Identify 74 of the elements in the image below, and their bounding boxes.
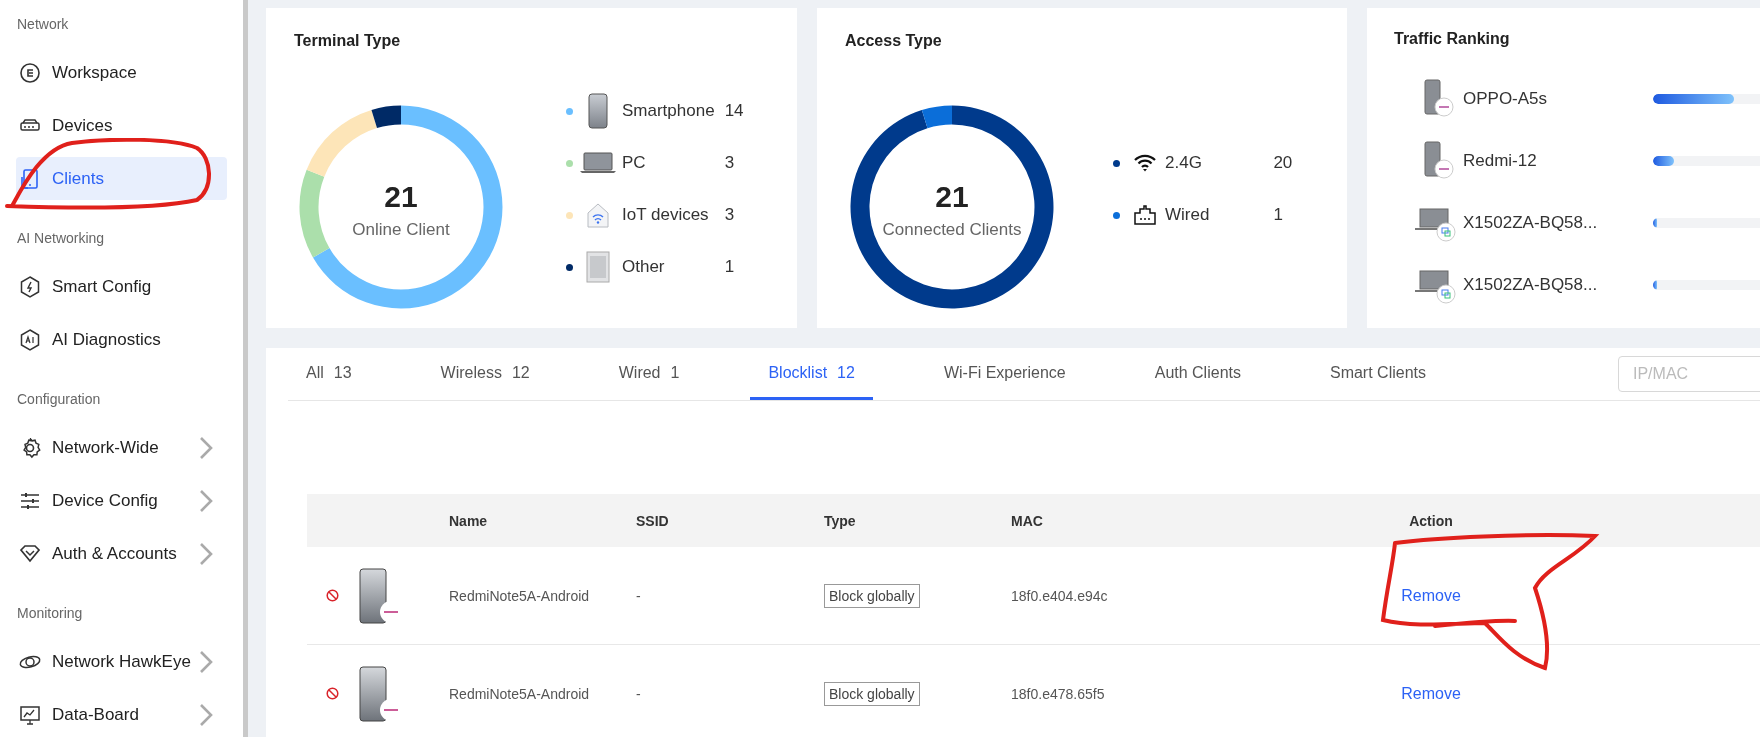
sidebar-item[interactable]: Devices — [16, 104, 227, 147]
total-count: 21 — [935, 180, 969, 214]
sidebar-item[interactable]: Clients — [16, 157, 227, 200]
legend-label: IoT devices — [621, 205, 710, 225]
legend-count: 1 — [1273, 205, 1284, 225]
device-name: X1502ZA-BQ58... — [1463, 275, 1599, 295]
legend-label: Wired — [1164, 205, 1211, 225]
tab[interactable]: Wi-Fi Experience — [925, 348, 1084, 400]
device-name: X1502ZA-BQ58... — [1463, 213, 1599, 233]
block-type-tag: Block globally — [824, 681, 920, 706]
phone-badge-icon — [357, 665, 401, 722]
search-field[interactable]: IP/MAC — [1618, 356, 1760, 392]
chart-caption: Online Client — [352, 220, 450, 240]
column-header: Type — [824, 512, 857, 529]
tab[interactable]: Wired 1 — [600, 348, 698, 400]
blocked-icon — [325, 687, 339, 700]
wifi-icon — [1134, 154, 1156, 172]
tab[interactable]: Auth Clients — [1136, 348, 1259, 400]
sidebar-item[interactable]: Network HawkEye — [16, 640, 227, 683]
legend-count: 20 — [1273, 153, 1294, 173]
section-heading: Network — [16, 15, 70, 34]
column-header: Name — [449, 512, 489, 529]
phone-badge-icon — [357, 567, 401, 624]
legend-label: Other — [621, 257, 666, 277]
legend-count: 3 — [724, 153, 736, 173]
client-name: RedmiNote5A-Android — [449, 587, 591, 604]
legend-count: 14 — [724, 101, 745, 121]
tab[interactable]: Wireless 12 — [422, 348, 548, 400]
tab[interactable]: Blocklist 12 — [750, 348, 873, 400]
sidebar-item[interactable]: Smart Config — [16, 265, 227, 308]
ssid-value: - — [636, 685, 642, 702]
circle-logo-icon — [18, 60, 42, 85]
chart-caption: Connected Clients — [882, 220, 1022, 240]
remove-link[interactable]: Remove — [1401, 586, 1461, 605]
section-heading: Monitoring — [16, 604, 84, 623]
device-name: OPPO-A5s — [1463, 89, 1549, 109]
section-heading: Configuration — [16, 390, 102, 409]
sidebar-item[interactable]: Network-Wide — [16, 426, 227, 469]
sidebar-item[interactable]: AI Diagnostics — [16, 318, 227, 361]
remove-link[interactable]: Remove — [1401, 684, 1461, 703]
column-header: MAC — [1011, 512, 1044, 529]
sidebar-item[interactable]: Device Config — [16, 479, 227, 522]
legend-label: Smartphone — [621, 101, 716, 121]
laptop-icon — [580, 152, 616, 174]
mac-address: 18f0.e404.e94c — [1011, 587, 1109, 604]
ai-hexagon-icon — [18, 327, 42, 352]
house-wifi-icon — [584, 201, 612, 229]
tab[interactable]: All 13 — [288, 348, 370, 400]
sidebar-item[interactable]: Workspace — [16, 51, 227, 94]
device-name: Redmi-12 — [1463, 151, 1538, 171]
client-name: RedmiNote5A-Android — [449, 685, 591, 702]
smartphone-icon — [588, 93, 608, 129]
ssid-value: - — [636, 587, 642, 604]
card-title: Traffic Ranking — [1394, 30, 1510, 48]
card-title: Terminal Type — [294, 32, 401, 50]
legend-label: PC — [621, 153, 647, 173]
sidebar-item[interactable]: Data-Board — [16, 693, 227, 736]
sidebar-item[interactable]: Auth & Accounts — [16, 532, 227, 575]
block-type-tag: Block globally — [824, 583, 920, 608]
lightning-hexagon-icon — [18, 274, 42, 299]
mac-address: 18f0.e478.65f5 — [1011, 685, 1106, 702]
legend-count: 1 — [724, 257, 736, 277]
scrollbar[interactable] — [243, 0, 248, 737]
column-header: SSID — [636, 512, 670, 529]
card-title: Access Type — [845, 32, 942, 50]
section-heading: AI Networking — [16, 229, 106, 248]
column-header: Action — [1409, 512, 1453, 529]
blocked-icon — [325, 589, 339, 602]
total-count: 21 — [384, 180, 418, 214]
legend-count: 3 — [724, 205, 736, 225]
ethernet-port-icon — [1134, 205, 1156, 225]
tab[interactable]: Smart Clients — [1311, 348, 1444, 400]
device-box-icon — [586, 251, 610, 283]
legend-label: 2.4G — [1164, 153, 1203, 173]
